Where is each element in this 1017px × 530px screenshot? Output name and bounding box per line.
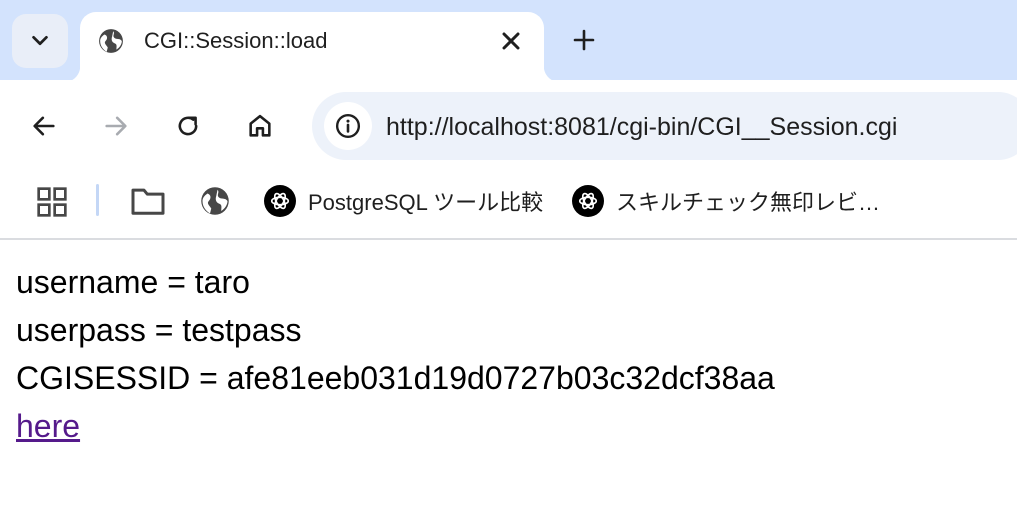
active-tab[interactable]: CGI::Session::load: [64, 12, 560, 82]
reload-icon: [178, 116, 198, 136]
home-icon: [249, 114, 271, 137]
openai-icon: [264, 185, 296, 217]
here-link[interactable]: here: [16, 408, 80, 444]
home-button[interactable]: [242, 108, 278, 144]
toolbar: http://localhost:8081/cgi-bin/CGI__Sessi…: [0, 80, 1017, 172]
close-icon: [502, 32, 520, 50]
tab-close-button[interactable]: [496, 26, 526, 56]
bookmarks-bar: PostgreSQL ツール比較 スキルチェック無印レビ…: [0, 172, 1017, 240]
session-id-line: CGISESSID = afe81eeb031d19d0727b03c32dcf…: [16, 360, 775, 396]
tab-title: CGI::Session::load: [144, 28, 328, 53]
bookmark-label: PostgreSQL ツール比較: [308, 190, 544, 215]
site-info-button[interactable]: [324, 102, 372, 150]
folder-icon[interactable]: [130, 186, 166, 216]
forward-button[interactable]: [98, 108, 134, 144]
bookmark-skill-check[interactable]: スキルチェック無印レビ…: [572, 184, 880, 218]
bookmark-label: スキルチェック無印レビ…: [616, 190, 881, 215]
tab-strip: CGI::Session::load: [0, 0, 1017, 82]
arrow-right-icon: [105, 116, 127, 136]
page-content: username = taro userpass = testpass CGIS…: [16, 258, 1006, 450]
tab-search-button[interactable]: [12, 14, 68, 68]
arrow-left-icon: [33, 116, 55, 136]
plus-icon: [573, 29, 595, 51]
userpass-line: userpass = testpass: [16, 312, 302, 348]
bookmarks-separator: [96, 184, 99, 216]
reload-button[interactable]: [170, 108, 206, 144]
username-line: username = taro: [16, 264, 250, 300]
apps-grid-icon[interactable]: [36, 186, 68, 218]
info-icon: [335, 113, 361, 139]
new-tab-button[interactable]: [568, 24, 600, 56]
back-button[interactable]: [26, 108, 62, 144]
bookmark-postgresql[interactable]: PostgreSQL ツール比較: [264, 184, 543, 218]
globe-icon: [99, 29, 123, 53]
chevron-down-icon: [32, 35, 48, 46]
globe-icon[interactable]: [200, 186, 230, 216]
openai-icon: [572, 185, 604, 217]
address-bar[interactable]: http://localhost:8081/cgi-bin/CGI__Sessi…: [312, 92, 1017, 160]
url-text[interactable]: http://localhost:8081/cgi-bin/CGI__Sessi…: [386, 112, 897, 142]
